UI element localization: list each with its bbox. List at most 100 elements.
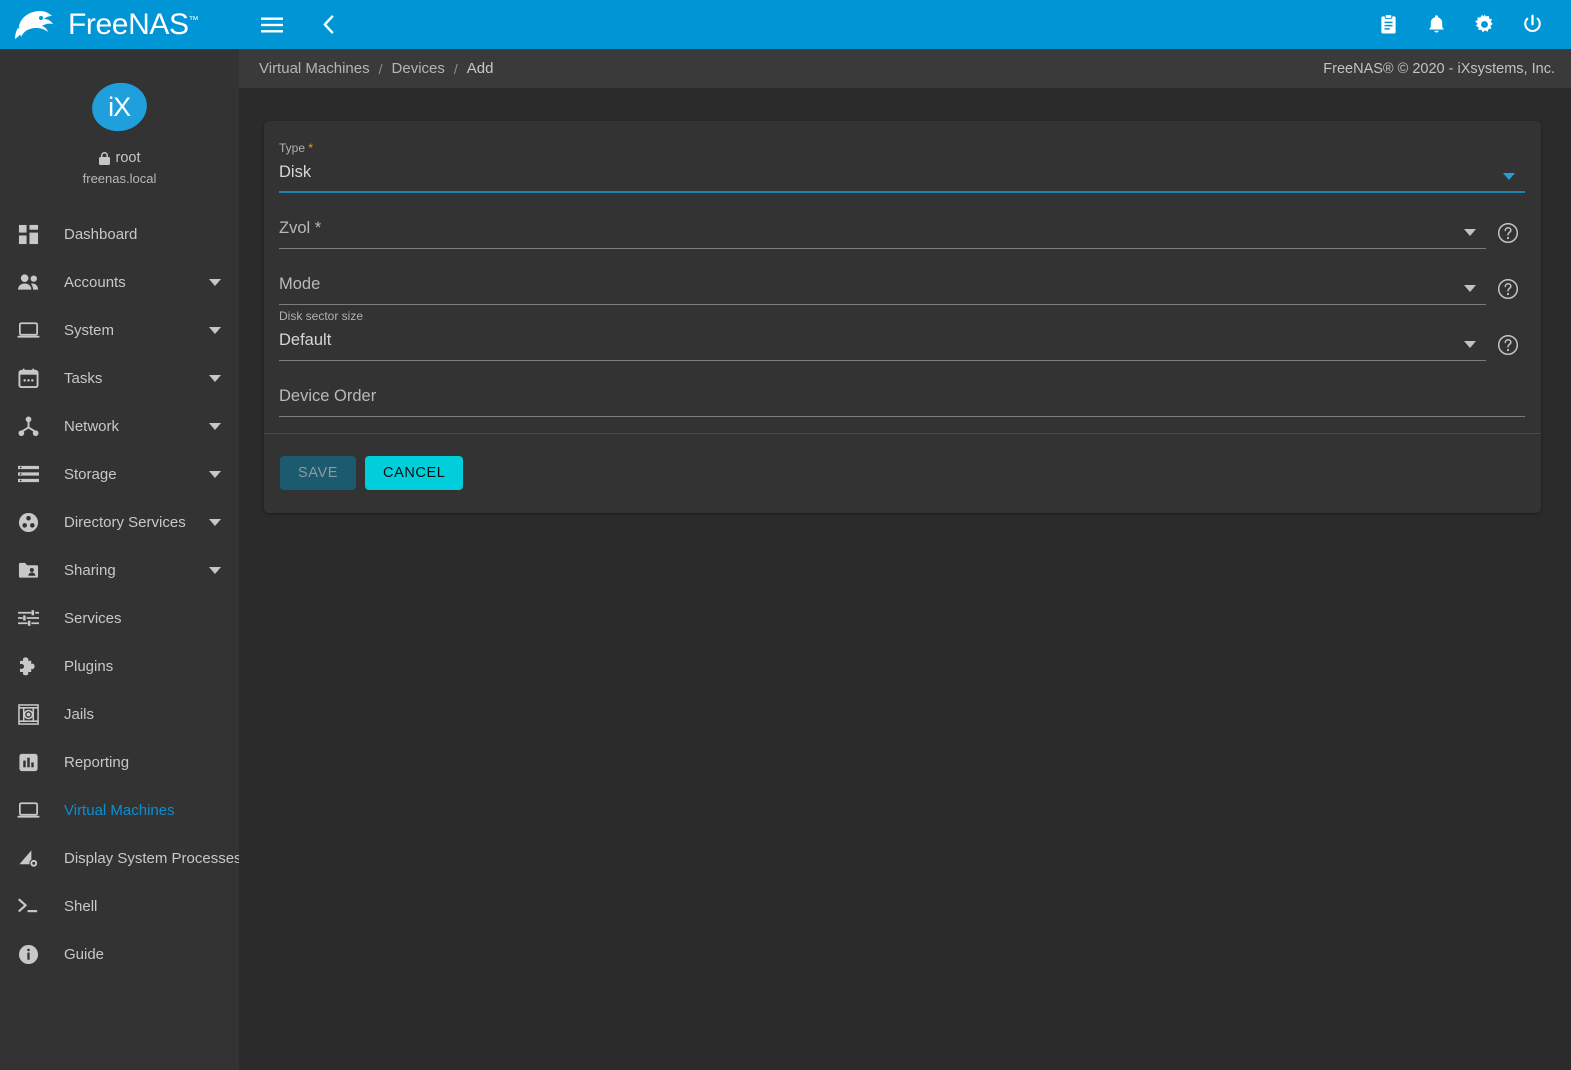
- sidebar-item-label: Jails: [64, 706, 221, 723]
- power-icon[interactable]: [1515, 8, 1549, 42]
- sidebar-item-reporting[interactable]: Reporting: [0, 738, 239, 786]
- sidebar-item-storage[interactable]: Storage: [0, 450, 239, 498]
- sidebar-nav: Dashboard Accounts System: [0, 206, 239, 978]
- field-device-order[interactable]: Device Order: [279, 361, 1525, 417]
- field-underline: [279, 416, 1525, 417]
- directory-circle-icon: [12, 509, 44, 535]
- sidebar-item-label: Dashboard: [64, 226, 221, 243]
- sidebar-item-plugins[interactable]: Plugins: [0, 642, 239, 690]
- field-type-label: Type *: [279, 141, 313, 155]
- copyright-notice: FreeNAS® © 2020 - iXsystems, Inc.: [1323, 61, 1555, 77]
- sidebar-item-virtual-machines[interactable]: Virtual Machines: [0, 786, 239, 834]
- chevron-down-icon[interactable]: [209, 567, 221, 574]
- brand-trademark: ™: [189, 15, 199, 26]
- chevron-down-icon[interactable]: [1464, 285, 1476, 292]
- avatar[interactable]: iX: [88, 78, 152, 136]
- required-asterisk: *: [308, 141, 313, 155]
- breadcrumb-item-devices[interactable]: Devices: [392, 60, 445, 77]
- breadcrumb-item-virtual-machines[interactable]: Virtual Machines: [259, 60, 370, 77]
- sidebar-item-sharing[interactable]: Sharing: [0, 546, 239, 594]
- sidebar-item-tasks[interactable]: Tasks: [0, 354, 239, 402]
- sidebar-item-label: Virtual Machines: [64, 802, 221, 819]
- field-mode-placeholder: Mode: [279, 275, 320, 294]
- save-button[interactable]: SAVE: [280, 456, 356, 490]
- chevron-down-icon[interactable]: [209, 471, 221, 478]
- bar-chart-icon: [12, 749, 44, 775]
- toolbar-left-group: [255, 8, 345, 42]
- sidebar-item-display-system-processes[interactable]: Display System Processes: [0, 834, 239, 882]
- sidebar-item-shell[interactable]: Shell: [0, 882, 239, 930]
- processes-gear-icon: [12, 845, 44, 871]
- dashboard-icon: [12, 221, 44, 247]
- toolbar-right-group: [1371, 8, 1549, 42]
- breadcrumb-separator: /: [454, 61, 458, 77]
- sidebar-item-label: Tasks: [64, 370, 209, 387]
- help-circle-icon[interactable]: [1497, 222, 1519, 244]
- sidebar-item-label: Network: [64, 418, 209, 435]
- sidebar-item-guide[interactable]: Guide: [0, 930, 239, 978]
- field-disk-sector-size-value: Default: [279, 331, 331, 350]
- sidebar: FreeNAS™ iX root freenas.local: [0, 0, 239, 1070]
- form-actions: SAVE CANCEL: [264, 434, 1541, 513]
- sidebar-item-label: Storage: [64, 466, 209, 483]
- add-device-form-card: Type * Disk Zvol *: [264, 121, 1541, 513]
- sidebar-item-jails[interactable]: Jails: [0, 690, 239, 738]
- chevron-down-icon[interactable]: [209, 327, 221, 334]
- chevron-down-icon[interactable]: [1464, 341, 1476, 348]
- field-type[interactable]: Type * Disk: [279, 137, 1525, 193]
- gear-settings-icon[interactable]: [1467, 8, 1501, 42]
- avatar-label: iX: [108, 94, 130, 121]
- jail-bars-icon: [12, 701, 44, 727]
- sidebar-item-label: Shell: [64, 898, 221, 915]
- sidebar-item-label: Directory Services: [64, 514, 209, 531]
- chevron-down-icon[interactable]: [1503, 173, 1515, 180]
- field-disk-sector-size-label: Disk sector size: [279, 309, 363, 323]
- user-profile: iX root freenas.local: [0, 49, 239, 206]
- app-root: FreeNAS™ iX root freenas.local: [0, 0, 1571, 1070]
- field-disk-sector-size[interactable]: Disk sector size Default: [279, 305, 1525, 361]
- breadcrumb-item-add: Add: [467, 60, 494, 77]
- chevron-down-icon[interactable]: [209, 375, 221, 382]
- sidebar-item-label: Reporting: [64, 754, 221, 771]
- chevron-down-icon[interactable]: [1464, 229, 1476, 236]
- breadcrumb-separator: /: [379, 61, 383, 77]
- brand-name: FreeNAS™: [68, 10, 198, 40]
- profile-username-row: root: [99, 150, 141, 166]
- field-mode[interactable]: Mode: [279, 249, 1525, 305]
- bell-notifications-icon[interactable]: [1419, 8, 1453, 42]
- sidebar-item-services[interactable]: Services: [0, 594, 239, 642]
- profile-hostname: freenas.local: [83, 171, 157, 186]
- brand-header[interactable]: FreeNAS™: [0, 0, 239, 49]
- sidebar-item-network[interactable]: Network: [0, 402, 239, 450]
- freenas-fish-logo-icon: [14, 8, 58, 42]
- help-circle-icon[interactable]: [1497, 278, 1519, 300]
- sidebar-item-accounts[interactable]: Accounts: [0, 258, 239, 306]
- chevron-down-icon[interactable]: [209, 519, 221, 526]
- laptop-icon: [12, 797, 44, 823]
- terminal-prompt-icon: [12, 893, 44, 919]
- chevron-left-icon[interactable]: [311, 8, 345, 42]
- field-zvol[interactable]: Zvol *: [279, 193, 1525, 249]
- lock-icon: [99, 152, 110, 165]
- cancel-button[interactable]: CANCEL: [365, 456, 463, 490]
- breadcrumb-bar: Virtual Machines / Devices / Add FreeNAS…: [239, 49, 1571, 88]
- people-icon: [12, 269, 44, 295]
- chevron-down-icon[interactable]: [209, 279, 221, 286]
- sidebar-item-dashboard[interactable]: Dashboard: [0, 210, 239, 258]
- form-fields: Type * Disk Zvol *: [264, 121, 1541, 431]
- sidebar-item-system[interactable]: System: [0, 306, 239, 354]
- sliders-icon: [12, 605, 44, 631]
- network-node-icon: [12, 413, 44, 439]
- folder-share-icon: [12, 557, 44, 583]
- help-circle-icon[interactable]: [1497, 334, 1519, 356]
- sidebar-item-label: Display System Processes: [64, 850, 239, 867]
- sidebar-item-label: System: [64, 322, 209, 339]
- sidebar-item-label: Accounts: [64, 274, 209, 291]
- hamburger-menu-icon[interactable]: [255, 8, 289, 42]
- top-toolbar: [239, 0, 1571, 49]
- sidebar-item-directory-services[interactable]: Directory Services: [0, 498, 239, 546]
- field-device-order-placeholder: Device Order: [279, 387, 376, 406]
- sidebar-item-label: Plugins: [64, 658, 221, 675]
- clipboard-icon[interactable]: [1371, 8, 1405, 42]
- chevron-down-icon[interactable]: [209, 423, 221, 430]
